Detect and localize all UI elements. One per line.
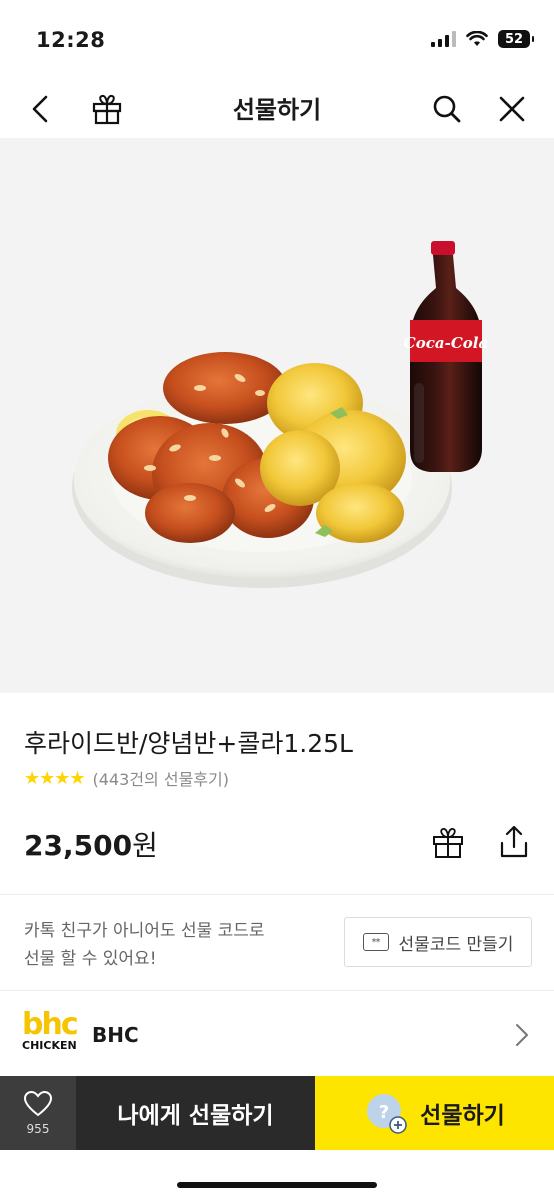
gift-icon bbox=[433, 827, 463, 858]
signal-icon bbox=[431, 31, 456, 47]
make-gift-code-label: 선물코드 만들기 bbox=[398, 934, 514, 955]
product-title: 후라이드반/양념반+콜라1.25L bbox=[24, 729, 353, 758]
status-bar: 12:28 52 bbox=[0, 0, 554, 80]
close-button[interactable] bbox=[491, 88, 533, 130]
chevron-right-icon bbox=[516, 1024, 528, 1046]
wifi-icon bbox=[466, 31, 488, 46]
gift-friend-emoji-icon: ? bbox=[367, 1094, 407, 1134]
cola-bottle: Coca-Cola bbox=[404, 241, 488, 472]
bhc-logo: bhc CHICKEN bbox=[22, 1007, 79, 1055]
cola-label: Coca-Cola bbox=[404, 334, 488, 352]
home-indicator[interactable] bbox=[177, 1182, 377, 1188]
bottom-action-bar: 955 나에게 선물하기 ? 선물하기 bbox=[0, 1076, 554, 1150]
send-gift-button[interactable]: ? 선물하기 bbox=[315, 1076, 554, 1150]
close-icon bbox=[499, 96, 525, 122]
heart-icon bbox=[23, 1090, 53, 1117]
divider bbox=[0, 990, 554, 991]
search-icon bbox=[433, 95, 461, 123]
gift-to-myself-button[interactable]: 나에게 선물하기 bbox=[76, 1076, 315, 1150]
price-unit: 원 bbox=[132, 829, 158, 862]
rating-row[interactable]: ★★★★ (443건의 선물후기) bbox=[24, 766, 229, 790]
status-time: 12:28 bbox=[36, 28, 106, 52]
share-icon bbox=[500, 825, 528, 858]
nav-bar: 선물하기 bbox=[0, 80, 554, 138]
gift-code-icon: ** bbox=[362, 933, 389, 951]
make-gift-code-button[interactable]: ** 선물코드 만들기 bbox=[344, 917, 532, 967]
brand-row[interactable]: bhc CHICKEN BHC bbox=[0, 993, 554, 1077]
battery-indicator: 52 bbox=[498, 30, 534, 48]
home-indicator-area bbox=[0, 1150, 554, 1200]
send-gift-label: 선물하기 bbox=[420, 1103, 505, 1129]
product-image[interactable]: Coca-Cola bbox=[0, 138, 554, 693]
chicken-and-cola-illustration: Coca-Cola bbox=[72, 241, 488, 588]
status-icons: 52 bbox=[431, 30, 534, 48]
price-value: 23,500 bbox=[24, 829, 133, 862]
page-title: 선물하기 bbox=[232, 96, 322, 124]
wish-count: 955 bbox=[26, 1122, 50, 1136]
logo-text-top: bhc bbox=[22, 1007, 79, 1042]
search-button[interactable] bbox=[426, 88, 468, 130]
gift-code-info-line2: 선물 할 수 있어요! bbox=[24, 949, 157, 969]
wish-button[interactable]: 955 bbox=[0, 1076, 76, 1150]
gift-code-info: 카톡 친구가 아니어도 선물 코드로 선물 할 수 있어요! bbox=[24, 917, 265, 973]
review-count[interactable]: (443건의 선물후기) bbox=[93, 766, 229, 790]
gift-emoji-text: ? bbox=[379, 1102, 389, 1123]
product-price: 23,500원 bbox=[24, 824, 158, 864]
gift-wrap-button[interactable] bbox=[428, 822, 468, 862]
star-rating-icon: ★★★★ bbox=[24, 767, 86, 789]
logo-text-bottom: CHICKEN bbox=[22, 1039, 77, 1052]
share-button[interactable] bbox=[494, 822, 534, 862]
divider bbox=[0, 894, 554, 895]
gift-code-info-line1: 카톡 친구가 아니어도 선물 코드로 bbox=[24, 921, 265, 941]
brand-name: BHC bbox=[92, 1023, 139, 1047]
